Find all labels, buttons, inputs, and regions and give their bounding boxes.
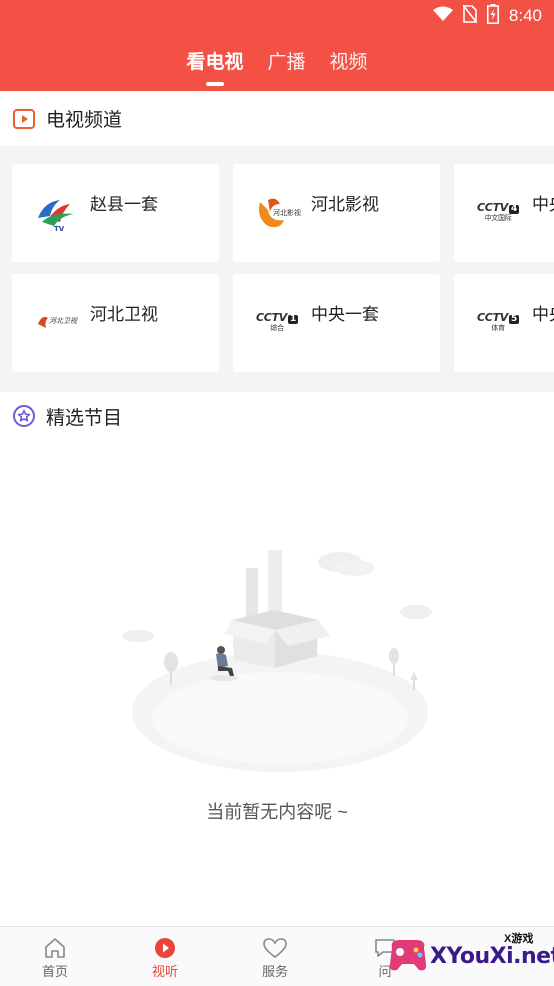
channel-card-hebei-film[interactable]: 河北影视 河北影视 <box>233 164 440 262</box>
featured-content: 当前暂无内容呢 ~ <box>0 440 554 926</box>
channel-card-cctv1[interactable]: CCTV 1 综合 中央一套 <box>233 274 440 372</box>
tab-radio[interactable]: 广播 <box>267 45 305 84</box>
nav-audiovisual[interactable]: 视听 <box>110 927 220 986</box>
featured-section-title: 精选节目 <box>46 407 123 429</box>
status-bar: 8:40 <box>432 3 542 29</box>
status-time: 8:40 <box>508 6 542 25</box>
cctv4-logo: CCTV 4 中文国际 <box>477 201 519 222</box>
chat-icon <box>375 939 395 957</box>
zhaoxian-logo: TV <box>32 188 80 236</box>
tv-section-header: 电视频道 <box>0 91 554 146</box>
hebei-satellite-logo: 河北卫视 <box>32 298 80 346</box>
channel-name: 河北影视 <box>311 195 379 214</box>
channel-name: 赵县一套 <box>90 195 158 214</box>
channel-name: 中央 <box>532 305 554 324</box>
no-sim-icon <box>462 4 478 28</box>
channel-card-hebei-satellite[interactable]: 河北卫视 河北卫视 <box>12 274 219 372</box>
channel-card-cctv4[interactable]: CCTV4 中文国际 中央 <box>454 164 554 262</box>
channel-card-cctv5[interactable]: CCTV5 体育 中央 <box>454 274 554 372</box>
empty-state-text: 当前暂无内容呢 ~ <box>206 802 348 822</box>
channel-name: 河北卫视 <box>90 305 158 324</box>
hebei-film-logo: 河北影视 <box>253 188 301 236</box>
channel-grid: TV 赵县一套 河北影视 河北影视 CCTV4 中文国际 中央 <box>0 146 554 391</box>
svg-text:TV: TV <box>54 225 65 232</box>
nav-service[interactable]: 服务 <box>220 927 330 986</box>
wifi-icon <box>432 6 453 27</box>
channel-card-zhaoxian[interactable]: TV 赵县一套 <box>12 164 219 262</box>
battery-icon <box>486 3 499 29</box>
nav-home-label: 首页 <box>41 964 68 979</box>
nav-ask[interactable]: 问 <box>330 927 440 986</box>
tv-section-title: 电视频道 <box>46 110 123 131</box>
star-icon <box>12 404 36 428</box>
top-tabs: 看电视 广播 视频 <box>0 45 554 84</box>
home-icon <box>45 938 65 958</box>
top-header: 8:40 看电视 广播 视频 <box>0 0 554 91</box>
nav-home[interactable]: 首页 <box>0 927 110 986</box>
nav-service-label: 服务 <box>261 964 288 979</box>
nav-audiovisual-label: 视听 <box>151 964 178 979</box>
tab-video[interactable]: 视频 <box>330 45 368 84</box>
play-icon <box>12 107 36 131</box>
tab-watch-tv[interactable]: 看电视 <box>186 45 243 84</box>
empty-illustration <box>122 550 432 772</box>
bottom-nav: 首页 视听 服务 问 <box>0 926 554 986</box>
heart-icon <box>263 938 287 958</box>
featured-section-header: 精选节目 <box>0 392 554 440</box>
channel-name: 中央一套 <box>311 305 379 324</box>
cctv5-logo: CCTV 5 体育 <box>477 311 519 332</box>
nav-ask-label: 问 <box>378 964 392 979</box>
channel-name: 中央 <box>532 195 554 214</box>
cctv1-logo: CCTV 1 综合 <box>256 311 298 332</box>
play-circle-icon <box>155 938 175 958</box>
